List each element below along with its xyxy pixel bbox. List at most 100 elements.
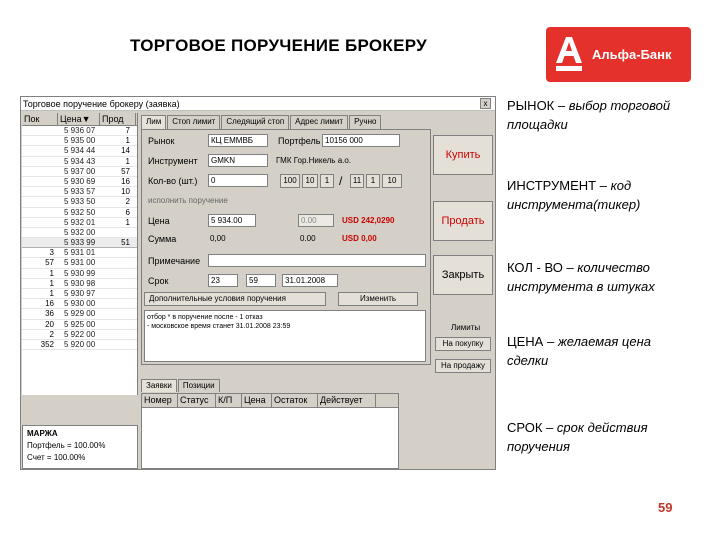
qty-step-100[interactable]: 100 [280,174,300,188]
row-sell-qty: 2 [125,197,130,207]
tab-limit[interactable]: Лим [141,115,167,129]
tab-orders[interactable]: Заявки [141,379,177,392]
order-book-row[interactable]: 5 932 01 1 [22,218,137,228]
col-price[interactable]: Цена▼ [58,113,100,125]
order-book-row[interactable]: 5 936 07 7 [22,126,137,137]
qty-divider: / [339,174,343,188]
row-sell-qty: 1 [125,136,130,146]
market-select[interactable]: КЦ ЕММВБ [208,134,268,147]
qty-step-10[interactable]: 10 [302,174,318,188]
order-book-row[interactable]: 352 5 920 00 [22,340,137,351]
buy-button[interactable]: Купить [433,135,493,175]
order-book-row[interactable]: 1 5 930 98 [22,279,137,289]
tab-stop-limit[interactable]: Стоп лимит [167,115,221,129]
row-price: 5 930 69 [64,176,96,186]
order-book-row[interactable]: 5 934 43 1 [22,157,137,167]
qty-input[interactable]: 0 [208,174,268,187]
execute-checkbox-label[interactable]: исполнить поручение [148,196,228,205]
col-buy[interactable]: Пок [22,113,58,125]
row-sell-qty [100,228,136,237]
row-sell-qty: 7 [125,126,130,135]
qty-label: Кол-во (шт.) [148,176,198,186]
col-remainder[interactable]: Остаток [272,394,318,407]
row-buy-qty [22,126,58,135]
row-sell-qty: 57 [121,166,130,176]
window-close-button[interactable]: x [480,98,491,109]
instrument-label: Инструмент [148,156,198,166]
row-buy-qty: 36 [45,309,54,319]
tab-manual[interactable]: Ручно [349,115,382,129]
note-input[interactable] [208,254,426,267]
term-date[interactable]: 31.01.2008 [282,274,338,287]
row-price: 5 933 57 [64,187,96,197]
sell-button[interactable]: Продать [433,201,493,241]
col-side[interactable]: К/П [216,394,242,407]
qty-step-1[interactable]: 1 [320,174,334,188]
limit-buy-button[interactable]: На покупку [435,337,491,351]
row-price: 5 934 43 [64,156,96,166]
change-button[interactable]: Изменить [338,292,418,306]
row-sell-qty [100,309,136,318]
price-input[interactable]: 5 934.00 [208,214,256,227]
row-price: 5 932 50 [64,207,96,217]
qty-step-1b[interactable]: 1 [366,174,380,188]
order-book-row[interactable]: 5 932 00 [22,228,137,239]
order-book-row[interactable]: 5 934 44 14 [22,146,137,157]
row-price: 5 937 00 [64,166,96,176]
order-book-row[interactable]: 5 933 99 51 [22,238,137,249]
order-book-row[interactable]: 16 5 930 00 [22,299,137,310]
col-price-order[interactable]: Цена [242,394,272,407]
slide-title: ТОРГОВОЕ ПОРУЧЕНИЕ БРОКЕРУ [130,36,428,55]
order-book-row[interactable]: 5 932 50 6 [22,208,137,218]
row-sell-qty: 10 [121,187,130,197]
orders-header: Номер Статус К/П Цена Остаток Действует [142,394,398,408]
row-sell-qty: 14 [121,146,130,156]
bullet-term: СРОК – срок действия поручения [507,418,692,456]
tab-address-limit[interactable]: Адрес лимит [290,115,349,129]
order-book-row[interactable]: 1 5 930 99 [22,269,137,279]
margin-portfolio: Портфель = 100.00% [27,441,106,450]
alfa-bank-logo: Альфа-Банк [546,27,691,82]
order-book-row[interactable]: 2 5 922 00 [22,330,137,340]
col-valid[interactable]: Действует [318,394,376,407]
conditions-info: отбор * в поручение после - 1 отказ - мо… [144,310,426,362]
row-sell-qty: 51 [121,238,130,248]
row-sell-qty [100,279,136,288]
instrument-select[interactable]: GMKN [208,154,268,167]
row-price: 5 933 50 [64,197,96,207]
order-book-row[interactable]: 5 937 00 57 [22,167,137,177]
row-buy-qty: 16 [45,299,54,309]
col-sell[interactable]: Прод [100,113,136,125]
order-book-row[interactable]: 57 5 931 00 [22,258,137,269]
price-label: Цена [148,216,170,226]
order-book-row[interactable]: 1 5 930 97 [22,289,137,300]
sum-extra: 0.00 [300,234,316,243]
qty-step-10b[interactable]: 10 [382,174,402,188]
bullet-market: РЫНОК – выбор торговой площадки [507,96,692,134]
logo-text: Альфа-Банк [592,47,672,62]
col-status[interactable]: Статус [178,394,216,407]
row-price: 5 935 00 [64,136,96,146]
limit-sell-button[interactable]: На продажу [435,359,491,373]
row-price: 5 931 00 [64,258,96,268]
row-sell-qty [100,258,136,267]
qty-step-11[interactable]: 11 [350,174,364,188]
tab-trailing-stop[interactable]: Следящий стоп [221,115,290,129]
order-book-row[interactable]: 20 5 925 00 [22,320,137,330]
order-book-row[interactable]: 5 930 69 16 [22,176,137,188]
order-book-row[interactable]: 3 5 931 01 [22,248,137,259]
portfolio-select[interactable]: 10156 000 [322,134,400,147]
info-line-2: - московское время станет 31.01.2008 23:… [147,323,291,330]
row-price: 5 934 44 [64,146,96,156]
order-type-tabs: Лим Стоп лимит Следящий стоп Адрес лимит… [141,115,382,129]
order-book-row[interactable]: 36 5 929 00 [22,309,137,320]
term-hour[interactable]: 23 [208,274,238,287]
term-minute[interactable]: 59 [246,274,276,287]
order-book-row[interactable]: 5 933 50 2 [22,197,137,208]
col-number[interactable]: Номер [142,394,178,407]
tab-positions[interactable]: Позиции [177,379,220,392]
close-button[interactable]: Закрыть [433,255,493,295]
order-book-row[interactable]: 5 935 00 1 [22,136,137,147]
row-buy-qty: 57 [45,258,54,268]
order-book-row[interactable]: 5 933 57 10 [22,187,137,198]
